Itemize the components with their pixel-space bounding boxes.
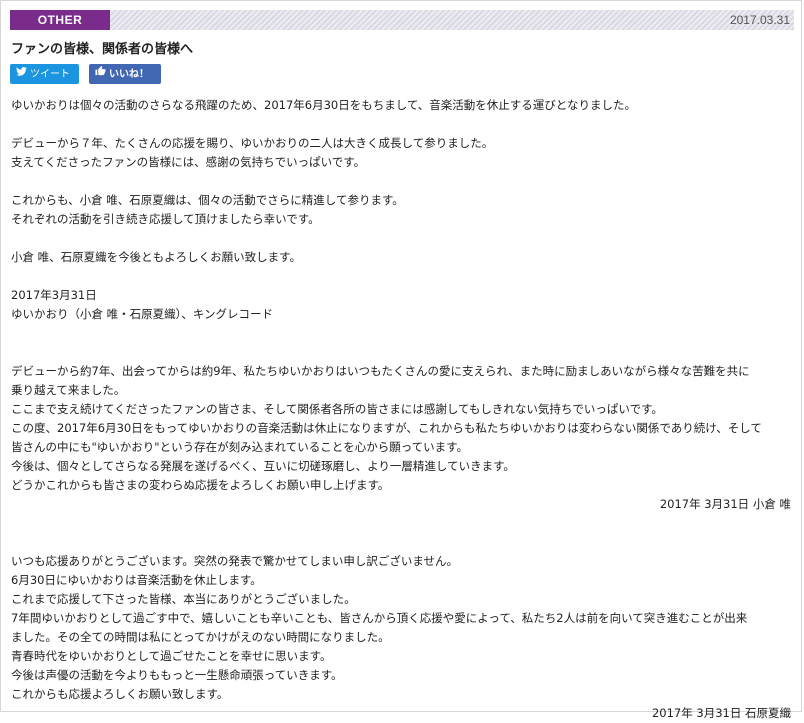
message-line: どうかこれからも皆さまの変わらぬ応援をよろしくお願い申し上げます。 <box>11 478 390 492</box>
like-button[interactable]: いいね！ <box>89 64 161 84</box>
like-label: いいね！ <box>109 69 149 80</box>
announcement-paragraph: デビューから７年、たくさんの応援を賜り、ゆいかおりの二人は大きく成長して参りまし… <box>11 136 494 150</box>
message-line: ました。その全ての時間は私にとってかけがえのない時間になりました。 <box>11 630 390 644</box>
message-signature-yui: 2017年 3月31日 小倉 唯 <box>659 497 791 511</box>
announcement-paragraph: ゆいかおりは個々の活動のさらなる飛躍のため、2017年6月30日をもちまして、音… <box>11 98 636 112</box>
message-line: 今後は声優の活動を今よりももっと一生懸命頑張っていきます。 <box>11 668 343 682</box>
thumbs-up-icon <box>95 64 106 84</box>
message-line: 皆さんの中にも"ゆいかおり"という存在が刻み込まれていることを心から願っています… <box>11 440 469 454</box>
announcement-paragraph: これからも、小倉 唯、石原夏織は、個々の活動でさらに精進して参ります。 <box>11 193 404 207</box>
message-line: これまで応援して下さった皆様、本当にありがとうございました。 <box>11 592 356 606</box>
announcement-paragraph: 小倉 唯、石原夏織を今後ともよろしくお願い致します。 <box>11 250 302 264</box>
announcement-paragraph: 支えてくださったファンの皆様には、感謝の気持ちでいっぱいです。 <box>11 155 366 169</box>
article-body: ゆいかおりは個々の活動のさらなる飛躍のため、2017年6月30日をもちまして、音… <box>11 96 791 723</box>
announcement-date: 2017年3月31日 <box>11 288 97 302</box>
message-line: この度、2017年6月30日をもってゆいかおりの音楽活動は休止になりますが、これ… <box>11 421 762 435</box>
announcement-signature: ゆいかおり（小倉 唯・石原夏織）、キングレコード <box>11 307 274 321</box>
article-title: ファンの皆様、関係者の皆様へ <box>11 42 194 57</box>
tweet-label: ツイート <box>30 69 70 80</box>
message-line: ここまで支え続けてくださったファンの皆さま、そして関係者各所の皆さまには感謝して… <box>11 402 663 416</box>
twitter-bird-icon <box>16 64 27 84</box>
message-line: これからも応援よろしくお願い致します。 <box>11 687 229 701</box>
message-line: デビューから約7年、出会ってからは約9年、私たちゆいかおりはいつもたくさんの愛に… <box>11 364 750 378</box>
message-line: 6月30日にゆいかおりは音楽活動を休止します。 <box>11 573 262 587</box>
category-label[interactable]: OTHER <box>10 10 110 30</box>
announcement-paragraph: それぞれの活動を引き続き応援して頂けましたら幸いです。 <box>11 212 320 226</box>
message-line: 青春時代をゆいかおりとして過ごせたことを幸せに思います。 <box>11 649 332 663</box>
message-line: いつも応援ありがとうございます。突然の発表で驚かせてしまい申し訳ございません。 <box>11 554 459 568</box>
message-line: 今後は、個々としてさらなる発展を遂げるべく、互いに切磋琢磨し、より一層精進してい… <box>11 459 515 473</box>
message-line: 乗り越えて来ました。 <box>11 383 126 397</box>
post-date: 2017.03.31 <box>729 13 790 27</box>
tweet-button[interactable]: ツイート <box>10 64 79 84</box>
article-header-bar: OTHER 2017.03.31 <box>10 10 794 30</box>
message-line: 7年間ゆいかおりとして過ごす中で、嬉しいことも辛いことも、皆さんから頂く応援や愛… <box>11 611 748 625</box>
